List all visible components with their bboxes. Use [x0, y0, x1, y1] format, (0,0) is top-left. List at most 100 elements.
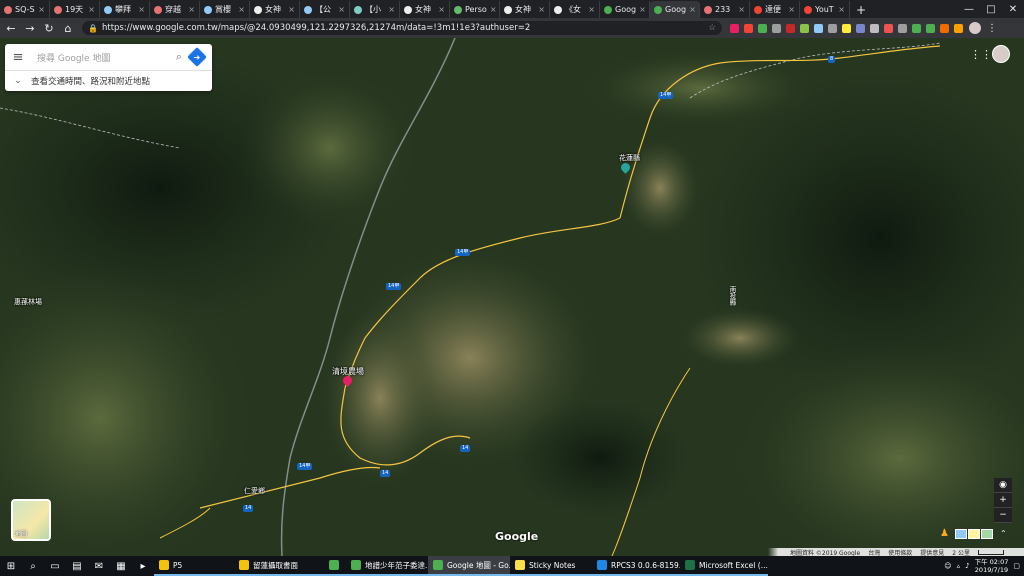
tab-close-icon[interactable]: × — [238, 5, 245, 14]
taskbar-app[interactable] — [324, 556, 346, 576]
volume-icon[interactable]: ♪ — [965, 562, 969, 570]
extension-icon[interactable] — [828, 23, 837, 33]
extension-icon[interactable] — [884, 23, 893, 33]
hamburger-menu-icon[interactable]: ≡ — [5, 50, 31, 65]
extension-icon[interactable] — [954, 23, 963, 33]
township-label[interactable]: 仁愛鄉 — [244, 486, 265, 496]
tab-close-icon[interactable]: × — [689, 5, 696, 14]
home-button[interactable]: ⌂ — [60, 20, 76, 36]
profile-avatar[interactable] — [969, 22, 981, 34]
forward-button[interactable]: → — [22, 20, 38, 36]
satellite-map[interactable]: 清境農場 惠蓀林場 花蓮縣 南投縣 仁愛鄉 14甲 14甲 14甲 14甲 14… — [0, 38, 1024, 556]
layer-thumb[interactable] — [981, 529, 993, 539]
tab-close-icon[interactable]: × — [38, 5, 45, 14]
extension-icon[interactable] — [926, 23, 935, 33]
extension-icon[interactable] — [758, 23, 767, 33]
tab-close-icon[interactable]: × — [588, 5, 595, 14]
search-box[interactable]: ≡ 搜尋 Google 地圖 ⌕ ➜ — [5, 44, 212, 70]
network-icon[interactable]: ▵ — [957, 562, 961, 570]
taskbar-app[interactable]: 地譜少年范子委達... — [346, 556, 428, 576]
browser-tab[interactable]: Goog × — [600, 1, 650, 18]
browser-tab[interactable]: 穿越 × — [150, 1, 200, 18]
extension-icon[interactable] — [744, 23, 753, 33]
bookmark-star-icon[interactable]: ☆ — [708, 23, 716, 33]
mail-icon[interactable]: ✉ — [88, 556, 110, 576]
tab-close-icon[interactable]: × — [288, 5, 295, 14]
tab-close-icon[interactable]: × — [438, 5, 445, 14]
clock[interactable]: 下午 02:07 2019/7/19 — [975, 558, 1009, 574]
browser-tab[interactable]: 女神 × — [500, 1, 550, 18]
compass-icon[interactable]: ◉ — [994, 478, 1012, 493]
notification-icon[interactable]: ▢ — [1013, 562, 1020, 570]
account-avatar[interactable] — [992, 45, 1010, 63]
browser-tab[interactable]: 攀拜 × — [100, 1, 150, 18]
calculator-icon[interactable]: ▦ — [110, 556, 132, 576]
back-button[interactable]: ← — [3, 20, 19, 36]
taskbar-app[interactable]: 留蓮攝取書面 — [234, 556, 324, 576]
taskbar-app[interactable]: RPCS3 0.0.6-8159... — [592, 556, 680, 576]
tab-close-icon[interactable]: × — [639, 5, 646, 14]
zoom-out-button[interactable]: − — [994, 508, 1012, 523]
chevron-down-icon[interactable]: ⌄ — [5, 76, 31, 86]
browser-tab[interactable]: 女神 × — [400, 1, 450, 18]
taskbar-app[interactable]: P5 — [154, 556, 234, 576]
new-tab-button[interactable]: + — [850, 1, 872, 18]
extension-icon[interactable] — [842, 23, 851, 33]
pegman-icon[interactable]: ♟ — [940, 528, 949, 539]
store-icon[interactable]: ▤ — [66, 556, 88, 576]
close-icon[interactable]: ✕ — [1002, 0, 1024, 18]
menu-kebab-icon[interactable]: ⋮ — [987, 23, 997, 34]
town-label[interactable]: 花蓮縣 — [619, 153, 640, 163]
tab-close-icon[interactable]: × — [738, 5, 745, 14]
reload-button[interactable]: ↻ — [41, 20, 57, 36]
browser-tab[interactable]: 【小 × — [350, 1, 400, 18]
extension-icon[interactable] — [856, 23, 865, 33]
browser-tab[interactable]: 賞櫻 × — [200, 1, 250, 18]
media-icon[interactable]: ▸ — [132, 556, 154, 576]
browser-tab[interactable]: Perso × — [450, 1, 500, 18]
layer-switcher[interactable]: 地圖 — [11, 499, 51, 541]
taskbar-app[interactable]: Sticky Notes — [510, 556, 592, 576]
extension-icon[interactable] — [730, 23, 739, 33]
task-view-icon[interactable]: ▭ — [44, 556, 66, 576]
explore-nearby-bar[interactable]: ⌄ 查看交通時間、路況和附近地點 — [5, 70, 212, 91]
maximize-icon[interactable]: □ — [980, 0, 1002, 18]
browser-tab[interactable]: SQ-S × — [0, 1, 50, 18]
tab-close-icon[interactable]: × — [490, 5, 497, 14]
zoom-in-button[interactable]: + — [994, 493, 1012, 508]
browser-tab[interactable]: 233 × — [700, 1, 750, 18]
extension-icon[interactable] — [940, 23, 949, 33]
tab-close-icon[interactable]: × — [388, 5, 395, 14]
browser-tab[interactable]: Goog × — [650, 1, 700, 18]
extension-icon[interactable] — [800, 23, 809, 33]
expand-icon[interactable]: ⌃ — [1000, 529, 1007, 538]
people-icon[interactable]: ☺ — [944, 562, 951, 570]
extension-icon[interactable] — [772, 23, 781, 33]
search-icon[interactable]: ⌕ — [22, 556, 44, 576]
forest-label[interactable]: 惠蓀林場 — [14, 297, 42, 307]
tab-close-icon[interactable]: × — [788, 5, 795, 14]
browser-tab[interactable]: 《女 × — [550, 1, 600, 18]
tab-close-icon[interactable]: × — [138, 5, 145, 14]
address-bar[interactable]: 🔒 https://www.google.com.tw/maps/@24.093… — [82, 21, 722, 35]
browser-tab[interactable]: 達便 × — [750, 1, 800, 18]
layer-thumb[interactable] — [968, 529, 980, 539]
tab-close-icon[interactable]: × — [188, 5, 195, 14]
tab-close-icon[interactable]: × — [88, 5, 95, 14]
extension-icon[interactable] — [786, 23, 795, 33]
browser-tab[interactable]: YouT × — [800, 1, 850, 18]
layer-thumb[interactable] — [955, 529, 967, 539]
tab-close-icon[interactable]: × — [838, 5, 845, 14]
directions-icon[interactable]: ➜ — [187, 47, 207, 67]
browser-tab[interactable]: 【公 × — [300, 1, 350, 18]
windows-start-icon[interactable]: ⊞ — [0, 556, 22, 576]
taskbar-app[interactable]: Google 地圖 - Go... — [428, 556, 510, 576]
extension-icon[interactable] — [912, 23, 921, 33]
taskbar-app[interactable]: Microsoft Excel (... — [680, 556, 768, 576]
tab-close-icon[interactable]: × — [538, 5, 545, 14]
search-input[interactable]: 搜尋 Google 地圖 — [31, 51, 168, 64]
tab-close-icon[interactable]: × — [338, 5, 345, 14]
extension-icon[interactable] — [898, 23, 907, 33]
minimize-icon[interactable]: — — [958, 0, 980, 18]
browser-tab[interactable]: 女神 × — [250, 1, 300, 18]
